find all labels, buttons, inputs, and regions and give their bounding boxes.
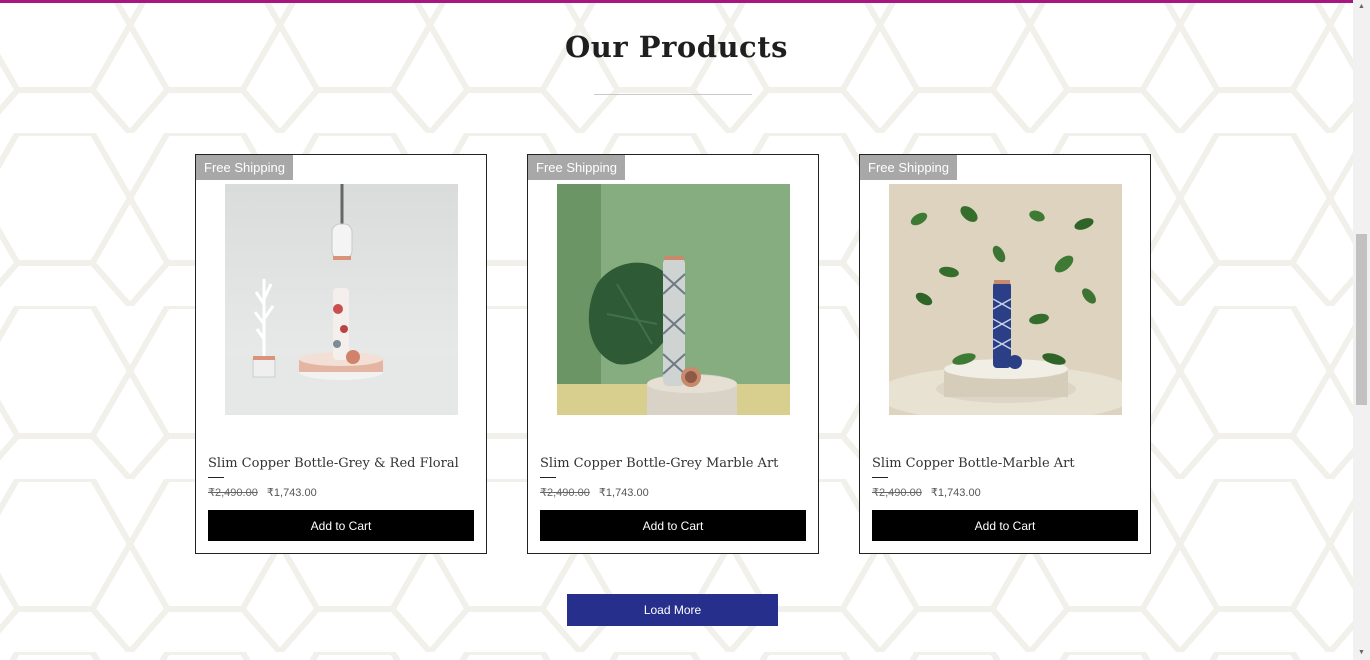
- free-shipping-badge: Free Shipping: [196, 155, 293, 180]
- price-block: ₹2,490.00 ₹1,743.00: [540, 486, 649, 499]
- original-price: ₹2,490.00: [208, 487, 258, 499]
- product-image[interactable]: [557, 184, 790, 415]
- name-divider: [872, 477, 888, 478]
- sale-price: ₹1,743.00: [930, 487, 981, 499]
- add-to-cart-button[interactable]: Add to Cart: [872, 510, 1138, 541]
- title-divider: [594, 94, 752, 95]
- add-to-cart-button[interactable]: Add to Cart: [208, 510, 474, 541]
- product-name[interactable]: Slim Copper Bottle-Marble Art: [872, 456, 1142, 471]
- price-block: ₹2,490.00 ₹1,743.00: [208, 486, 317, 499]
- triangle-down-icon[interactable]: ▼: [1353, 646, 1370, 660]
- product-card[interactable]: Free Shipping Slim Copper Bottle-Grey Ma…: [527, 154, 819, 554]
- page-scrollbar[interactable]: ▲ ▼: [1353, 0, 1370, 660]
- original-price: ₹2,490.00: [540, 487, 590, 499]
- product-image[interactable]: [889, 184, 1122, 415]
- free-shipping-badge: Free Shipping: [860, 155, 957, 180]
- name-divider: [208, 477, 224, 478]
- name-divider: [540, 477, 556, 478]
- top-accent-bar: [0, 0, 1353, 3]
- product-name[interactable]: Slim Copper Bottle-Grey Marble Art: [540, 456, 810, 471]
- original-price: ₹2,490.00: [872, 487, 922, 499]
- load-more-button[interactable]: Load More: [567, 594, 778, 626]
- product-card[interactable]: Free Shipping Slim Copper Bottle-Marble …: [859, 154, 1151, 554]
- sale-price: ₹1,743.00: [598, 487, 649, 499]
- add-to-cart-button[interactable]: Add to Cart: [540, 510, 806, 541]
- triangle-up-icon[interactable]: ▲: [1353, 0, 1370, 14]
- section-title: Our Products: [565, 30, 788, 64]
- product-name[interactable]: Slim Copper Bottle-Grey & Red Floral: [208, 456, 478, 471]
- price-block: ₹2,490.00 ₹1,743.00: [872, 486, 981, 499]
- scrollbar-thumb[interactable]: [1356, 234, 1367, 405]
- sale-price: ₹1,743.00: [266, 487, 317, 499]
- product-image[interactable]: [225, 184, 458, 415]
- free-shipping-badge: Free Shipping: [528, 155, 625, 180]
- product-card[interactable]: Free Shipping Slim Copper Bottle-Grey & …: [195, 154, 487, 554]
